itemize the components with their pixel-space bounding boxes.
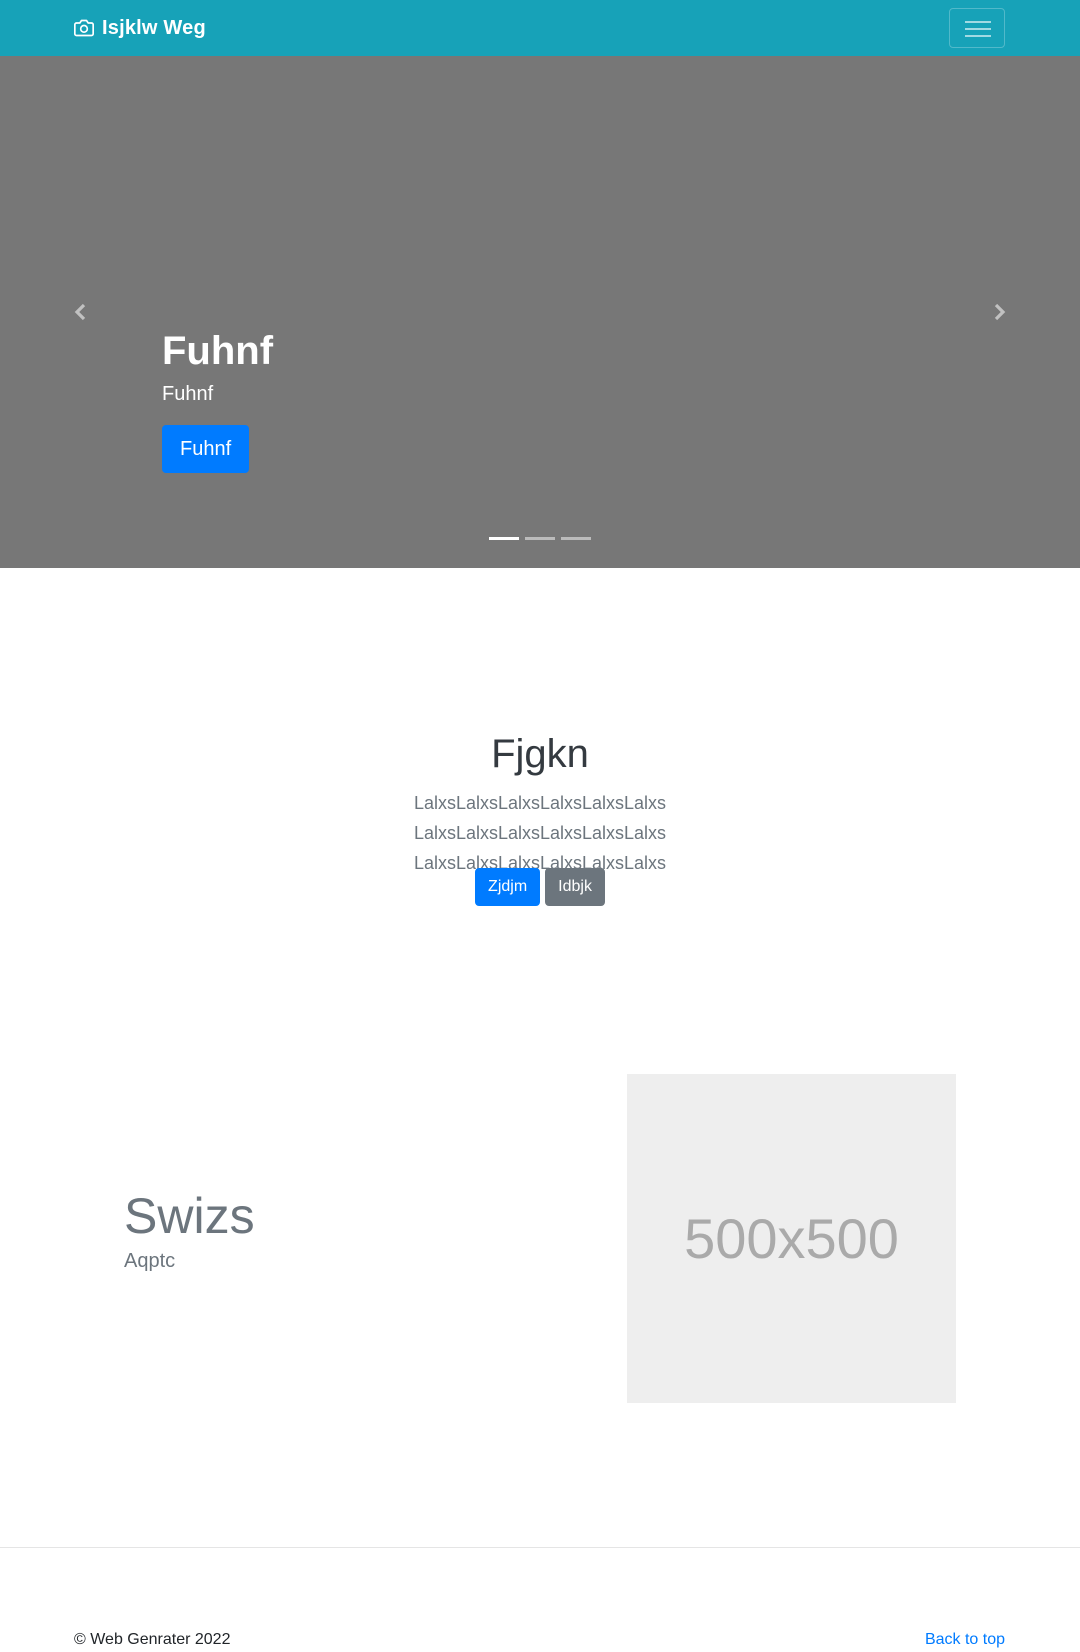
jumbotron: Fjgkn LalxsLalxsLalxsLalxsLalxsLalxs Lal…	[0, 568, 1080, 988]
chevron-left-icon	[74, 303, 86, 321]
back-to-top-link[interactable]: Back to top	[925, 1630, 1005, 1650]
jumbotron-buttons: Zjdjm Idbjk	[0, 868, 1080, 906]
carousel-cta-button[interactable]: Fuhnf	[162, 425, 250, 473]
secondary-button[interactable]: Idbjk	[545, 868, 605, 906]
camera-icon	[74, 19, 94, 37]
carousel-caption-title: Fuhnf	[162, 329, 274, 373]
carousel-indicators	[0, 537, 1080, 541]
copyright-text: © Web Genrater 2022	[74, 1631, 231, 1648]
hero-carousel: Fuhnf Fuhnf Fuhnf	[0, 56, 1080, 568]
carousel-prev-button[interactable]	[0, 56, 162, 568]
featurette-heading: Swizs	[124, 1188, 255, 1244]
carousel-next-button[interactable]	[918, 56, 1080, 568]
carousel-indicator-2[interactable]	[525, 537, 555, 540]
carousel-caption-text: Fuhnf	[162, 383, 214, 405]
chevron-right-icon	[994, 303, 1006, 321]
jumbotron-title: Fjgkn	[491, 732, 589, 776]
image-placeholder: 500x500	[627, 1074, 956, 1403]
primary-button[interactable]: Zjdjm	[475, 868, 541, 906]
jumbotron-lead: LalxsLalxsLalxsLalxsLalxsLalxs LalxsLalx…	[413, 793, 667, 873]
brand-link[interactable]: Isjklw Weg	[74, 15, 206, 41]
brand-name: Isjklw Weg	[102, 16, 206, 39]
carousel-caption: Fuhnf Fuhnf Fuhnf	[162, 327, 922, 473]
navbar-toggle-button[interactable]	[949, 8, 1005, 48]
navbar: Isjklw Weg	[0, 0, 1080, 56]
carousel-indicator-3[interactable]	[561, 537, 591, 540]
footer-divider	[0, 1547, 1080, 1548]
hamburger-menu-icon	[965, 21, 991, 37]
featurette-subheading: Aqptc	[124, 1250, 176, 1272]
carousel-indicator-1[interactable]	[489, 537, 519, 540]
